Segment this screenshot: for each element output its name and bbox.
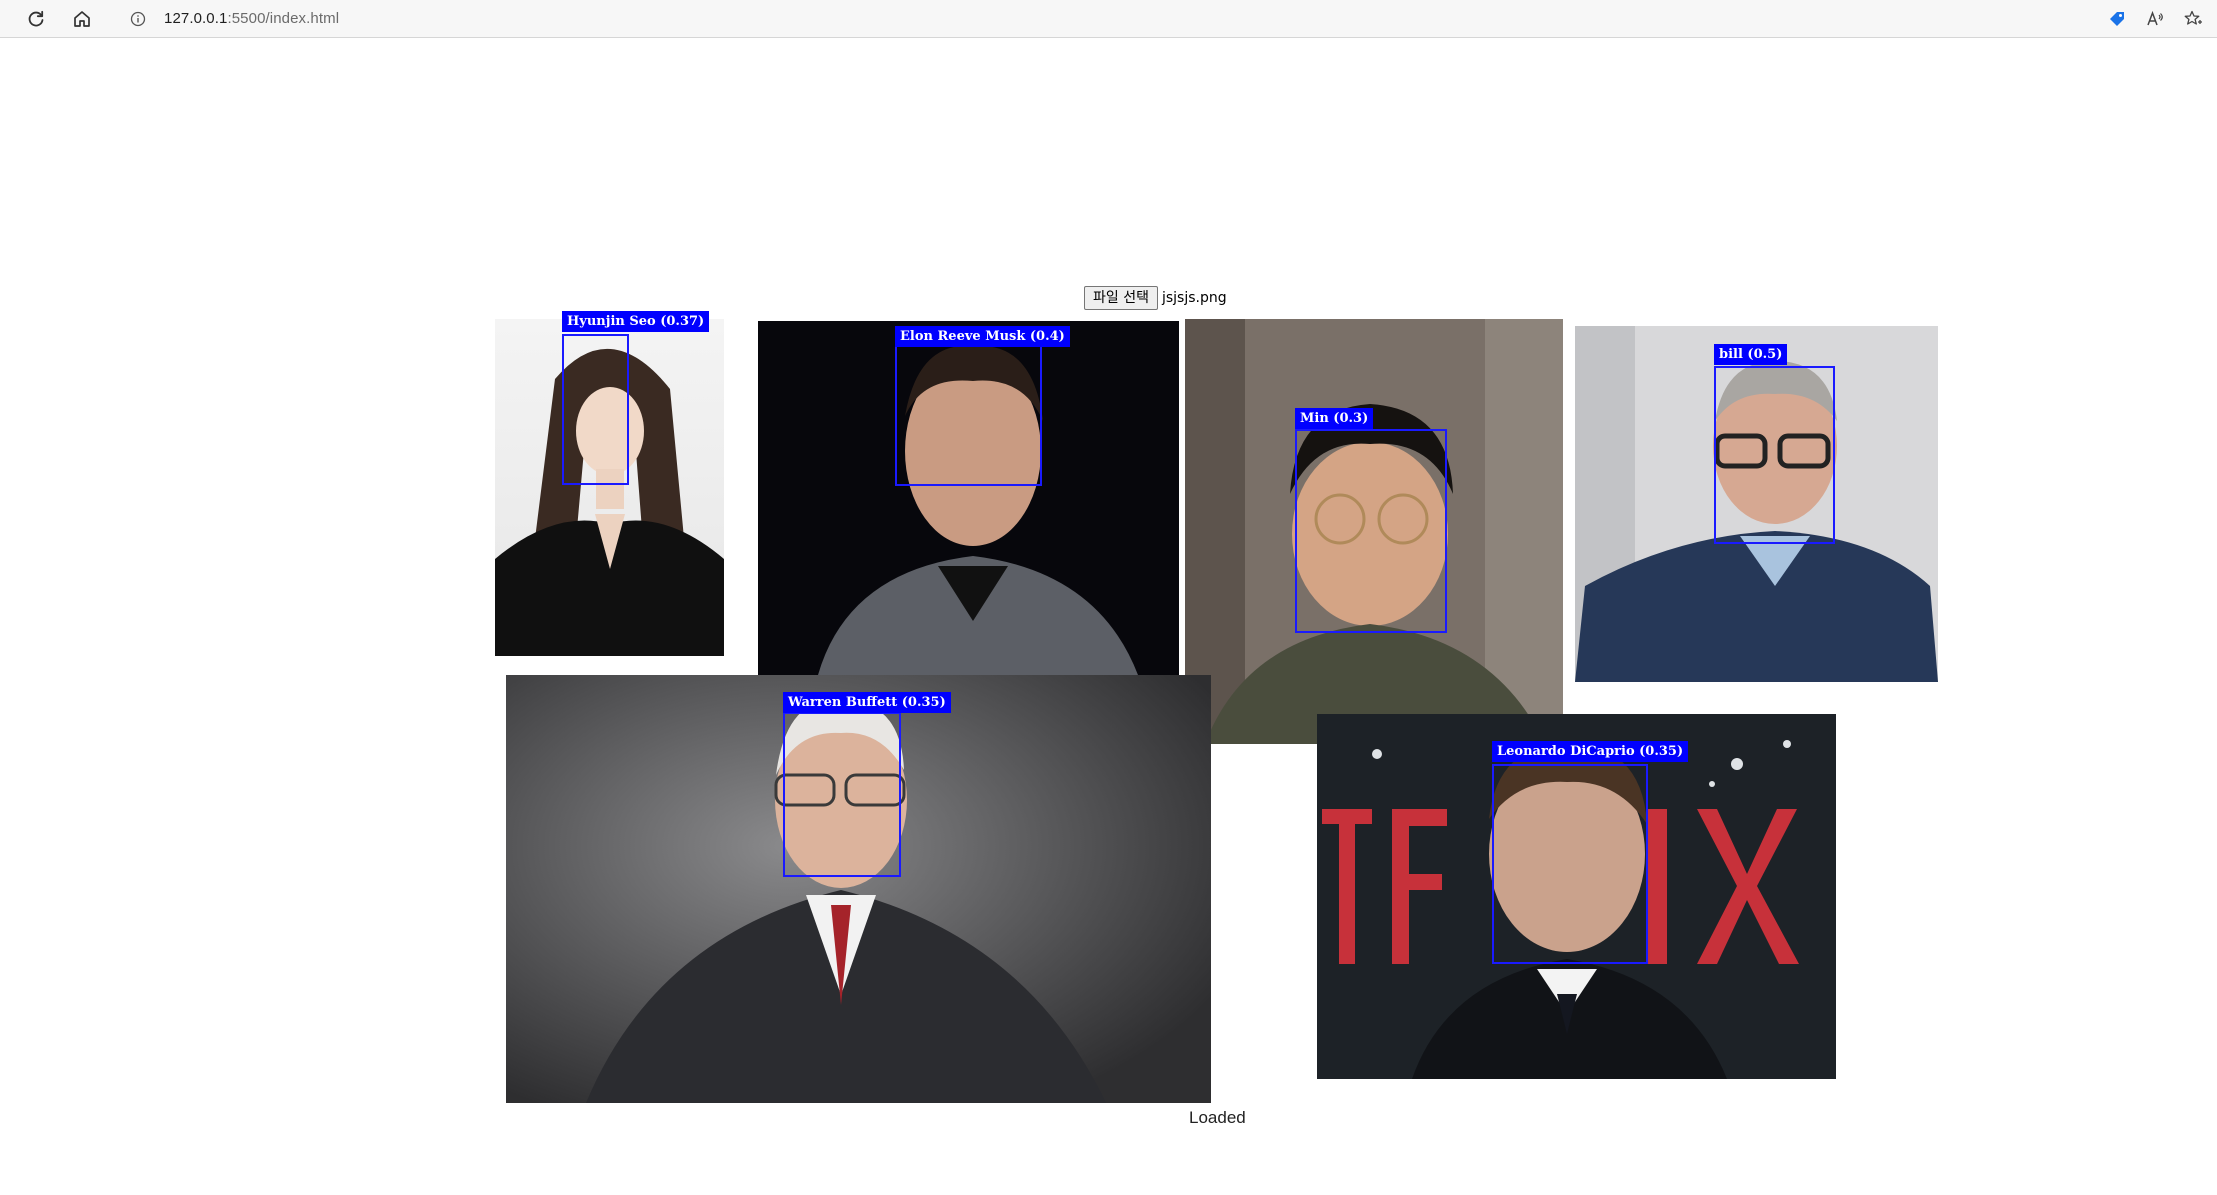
url-text[interactable]: 127.0.0.1:5500/index.html [164, 10, 339, 27]
face-label: Leonardo DiCaprio (0.35) [1492, 741, 1689, 762]
face-label: bill (0.5) [1714, 344, 1788, 365]
file-input[interactable]: 파일 선택 jsjsjs.png [1084, 286, 1227, 310]
address-bar[interactable]: 127.0.0.1:5500/index.html [116, 4, 2076, 34]
face-label: Elon Reeve Musk (0.4) [895, 326, 1070, 347]
reload-icon[interactable] [21, 4, 51, 34]
read-aloud-icon[interactable] [2140, 4, 2170, 34]
info-icon[interactable] [130, 11, 146, 32]
face-bounding-box [1295, 429, 1447, 633]
photo-card: Leonardo DiCaprio (0.35) [1317, 714, 1836, 1079]
photo-card: Warren Buffett (0.35) [506, 675, 1211, 1103]
photo-card: Elon Reeve Musk (0.4) [758, 321, 1179, 675]
face-label: Min (0.3) [1295, 408, 1374, 429]
url-path: :5500/index.html [227, 10, 340, 27]
tag-icon[interactable] [2102, 4, 2132, 34]
face-label: Warren Buffett (0.35) [783, 692, 951, 713]
face-bounding-box [1492, 764, 1648, 964]
favorite-icon[interactable] [2178, 4, 2208, 34]
browser-toolbar: 127.0.0.1:5500/index.html [0, 0, 2217, 38]
photo-card: bill (0.5) [1575, 326, 1938, 682]
status-text: Loaded [1189, 1108, 1246, 1127]
face-label: Hyunjin Seo (0.37) [562, 311, 710, 332]
face-bounding-box [783, 712, 901, 877]
choose-file-button[interactable]: 파일 선택 [1084, 286, 1158, 310]
url-host: 127.0.0.1 [164, 10, 228, 27]
face-bounding-box [562, 334, 629, 485]
face-bounding-box [895, 336, 1042, 486]
home-icon[interactable] [67, 4, 97, 34]
selected-file-name: jsjsjs.png [1161, 290, 1227, 306]
face-bounding-box [1714, 366, 1835, 544]
photo-card: Hyunjin Seo (0.37) [495, 311, 724, 656]
photo-card: Min (0.3) [1185, 319, 1563, 744]
